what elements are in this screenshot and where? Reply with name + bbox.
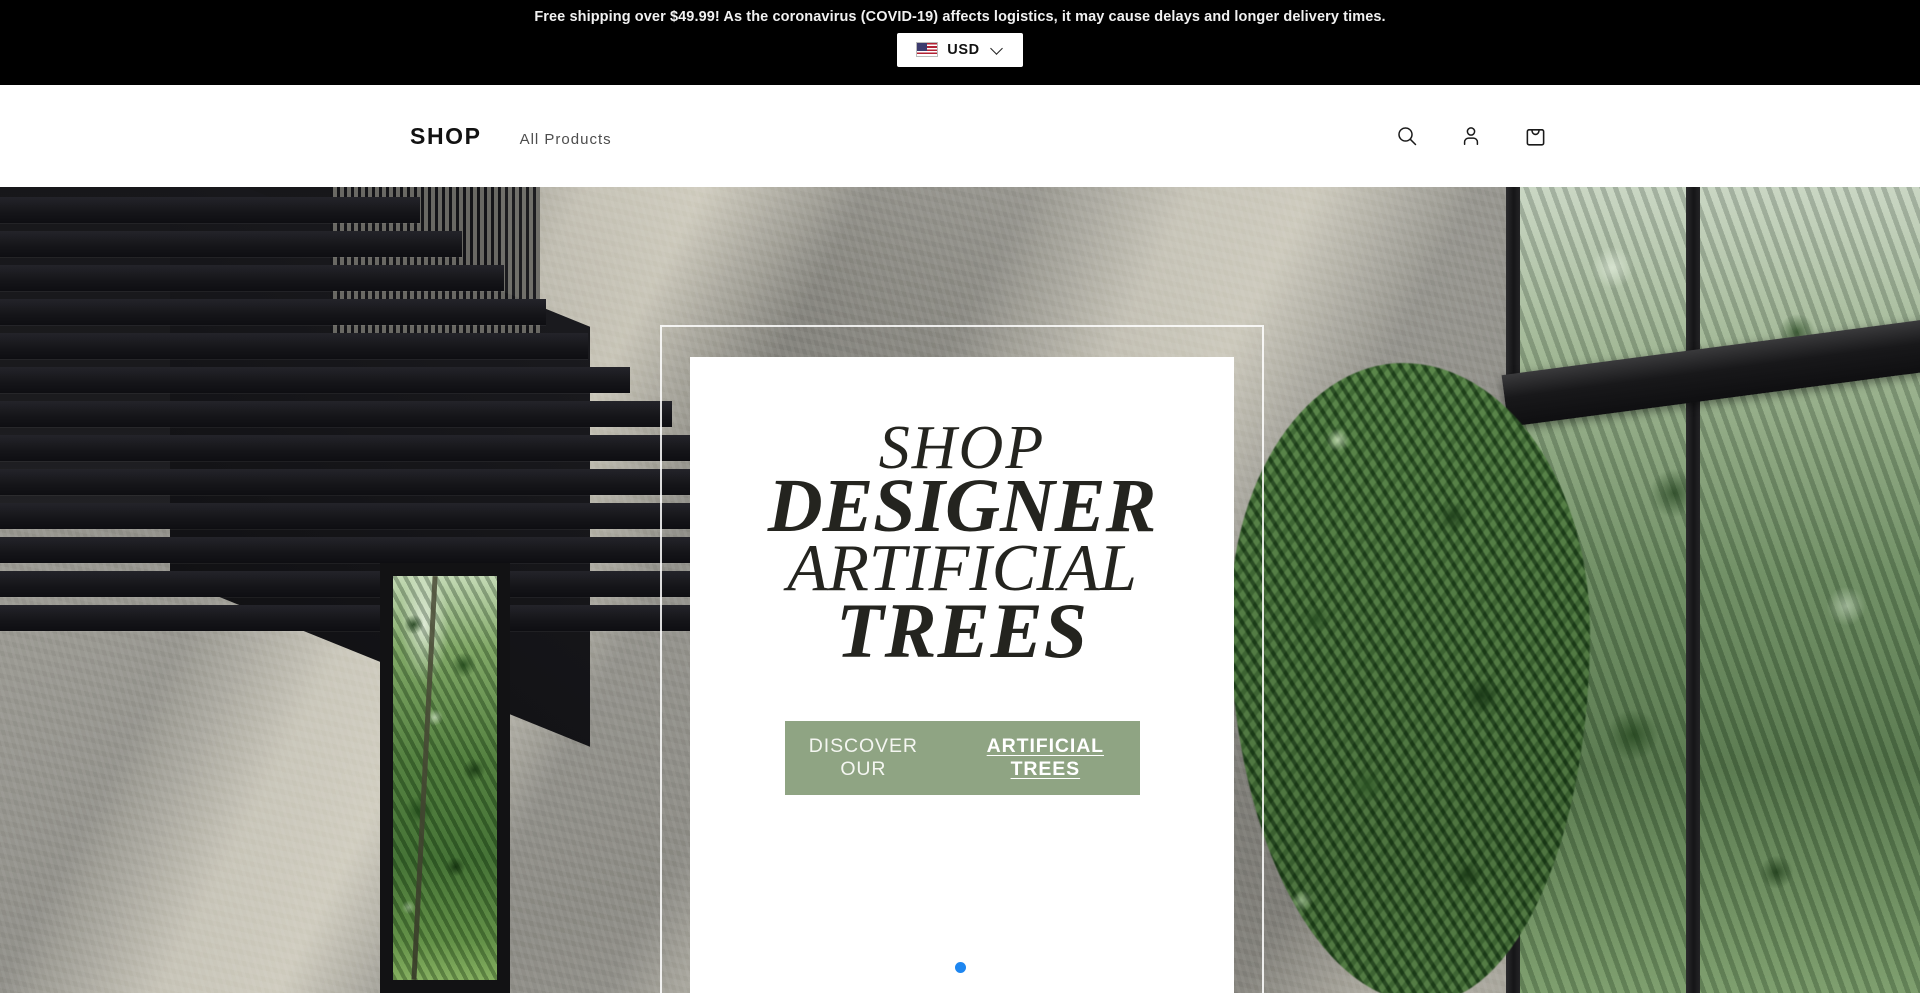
staircase-tread [0,265,504,291]
staircase-tread [0,367,630,393]
currency-selector[interactable]: USD [897,32,1023,67]
header-left-group: SHOP All Products [410,123,612,150]
carousel-dot[interactable] [954,962,966,973]
us-flag-icon [916,42,939,58]
hero-section: SHOP DESIGNER ARTIFICIAL TREES DISCOVER … [0,187,1920,993]
staircase-tread [0,469,756,495]
search-icon[interactable] [1392,121,1422,151]
account-icon[interactable] [1456,121,1486,151]
cta-strong-text: ARTIFICIAL TREES [986,734,1104,780]
site-header: SHOP All Products [0,85,1920,187]
left-window [380,563,510,993]
hero-card: SHOP DESIGNER ARTIFICIAL TREES DISCOVER … [690,357,1234,993]
cart-icon[interactable] [1520,121,1550,151]
staircase-tread [0,197,420,223]
cta-lead-text: DISCOVER OUR [808,734,918,780]
chevron-down-icon [991,43,1004,56]
announcement-text: Free shipping over $49.99! As the corona… [534,9,1386,25]
staircase-tread [0,231,462,257]
currency-code: USD [947,41,980,58]
hero-heading-line-4: TREES [835,586,1089,674]
staircase-tread [0,401,672,427]
staircase-tread [0,299,546,325]
staircase-tread [0,333,588,359]
nav-link-all-products[interactable]: All Products [520,131,612,148]
carousel-pagination [0,962,1920,973]
discover-artificial-trees-button[interactable]: DISCOVER OUR ARTIFICIAL TREES [784,720,1140,795]
announcement-bar: Free shipping over $49.99! As the corona… [0,0,1920,85]
header-right-group [1392,121,1550,151]
hero-heading: SHOP DESIGNER ARTIFICIAL TREES [690,417,1234,674]
staircase-tread [0,435,714,461]
olive-tree [1230,363,1590,993]
brand-logo[interactable]: SHOP [410,123,482,150]
